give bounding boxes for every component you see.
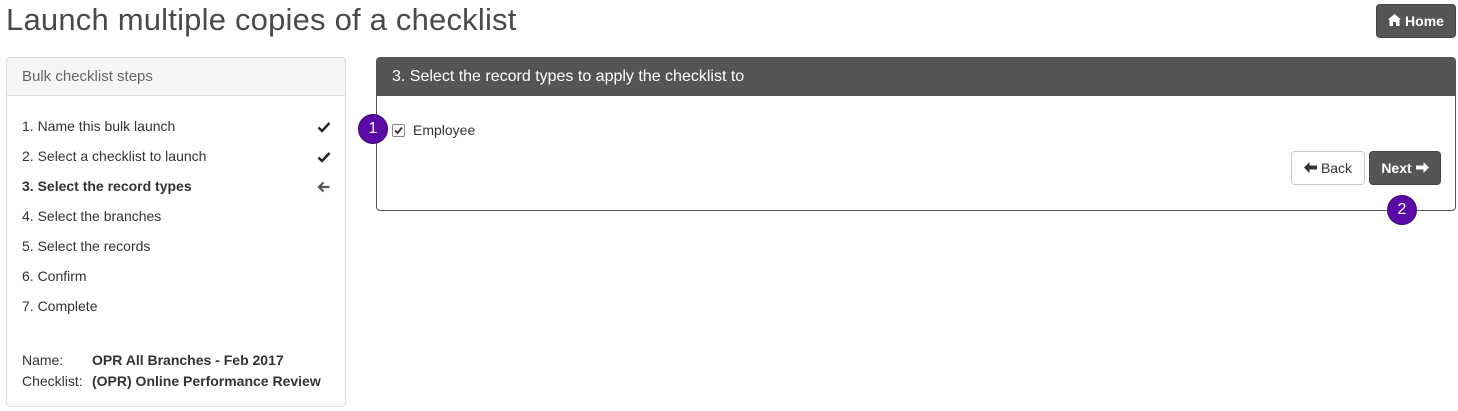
home-icon — [1388, 13, 1402, 29]
arrow-left-icon — [1303, 160, 1317, 176]
arrow-right-icon — [1415, 160, 1429, 176]
record-type-employee[interactable]: Employee — [392, 122, 475, 138]
home-button[interactable]: Home — [1376, 4, 1456, 38]
step-item: 6. Confirm — [22, 268, 87, 284]
employee-checkbox-label[interactable]: Employee — [413, 122, 475, 138]
employee-checkbox[interactable] — [392, 123, 405, 137]
next-button-label: Next — [1381, 160, 1412, 176]
steps-panel-title: Bulk checklist steps — [7, 58, 345, 96]
record-types-panel-title: 3. Select the record types to apply the … — [377, 58, 1455, 96]
step-item: 1. Name this bulk launch — [22, 118, 176, 134]
record-types-panel: 3. Select the record types to apply the … — [376, 57, 1456, 211]
annotation-badge-2: 2 — [1387, 195, 1417, 225]
check-icon — [317, 120, 331, 134]
checklist-label: Checklist: — [22, 373, 83, 389]
bulk-name-row: Name: OPR All Branches - Feb 2017 — [22, 352, 284, 368]
arrow-left-icon — [317, 180, 331, 194]
back-button-label: Back — [1320, 160, 1353, 176]
next-button[interactable]: Next — [1369, 151, 1441, 185]
steps-panel: Bulk checklist steps 1. Name this bulk l… — [6, 57, 346, 407]
annotation-badge-1: 1 — [358, 114, 388, 144]
step-item: 2. Select a checklist to launch — [22, 148, 207, 164]
bulk-name-value: OPR All Branches - Feb 2017 — [92, 352, 284, 368]
back-button[interactable]: Back — [1291, 151, 1365, 185]
step-item-current: 3. Select the record types — [22, 178, 192, 194]
home-button-label: Home — [1405, 13, 1444, 29]
checklist-row: Checklist: (OPR) Online Performance Revie… — [22, 373, 321, 389]
step-item: 7. Complete — [22, 298, 98, 314]
step-item: 4. Select the branches — [22, 208, 162, 224]
check-icon — [317, 150, 331, 164]
step-item: 5. Select the records — [22, 238, 151, 254]
page-title: Launch multiple copies of a checklist — [6, 2, 517, 37]
bulk-name-label: Name: — [22, 352, 64, 368]
checklist-value: (OPR) Online Performance Review — [92, 373, 321, 389]
